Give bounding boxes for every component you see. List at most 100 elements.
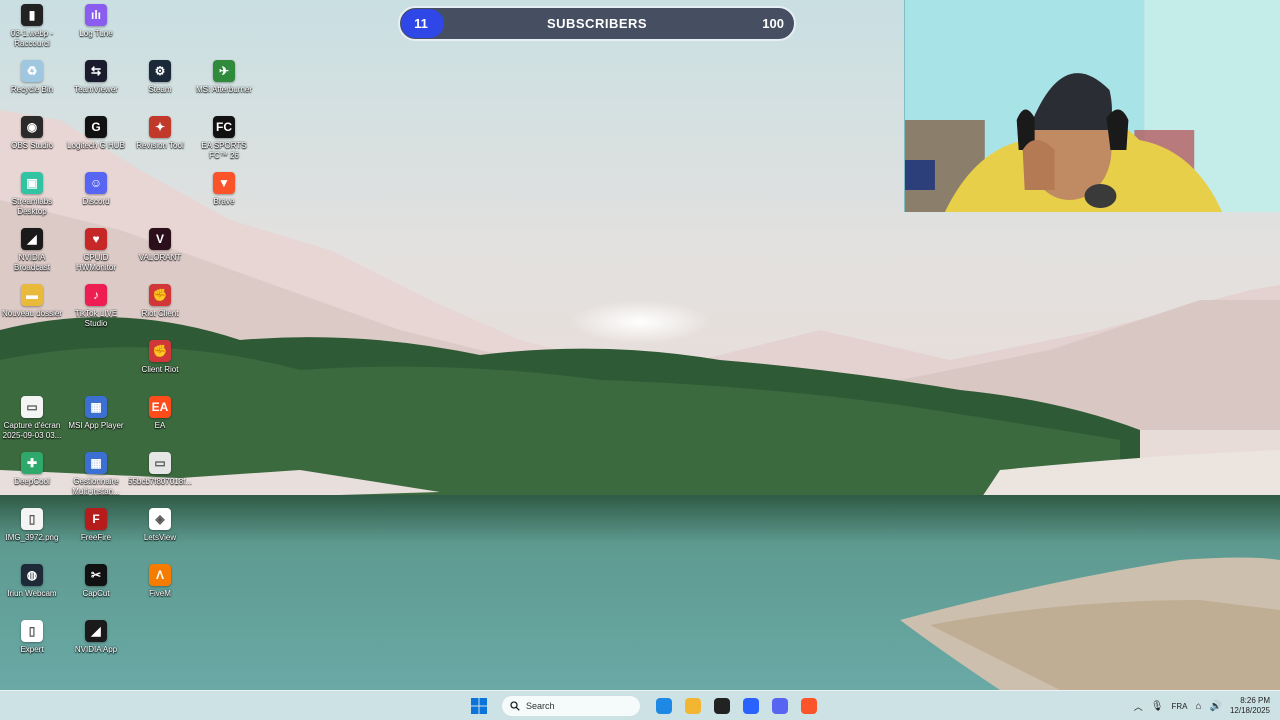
desktop-icon[interactable]: ✦ Revision Tool bbox=[128, 116, 192, 170]
desktop-icon[interactable]: ♥ CPUID HWMonitor bbox=[64, 228, 128, 282]
volume-icon[interactable]: 🔊 bbox=[1210, 701, 1222, 712]
desktop-icon-label: Log Tune bbox=[79, 29, 113, 38]
desktop-icon-label: NVIDIA Broadcast bbox=[13, 253, 51, 272]
start-button[interactable] bbox=[466, 694, 491, 718]
clock-time: 8:26 PM bbox=[1240, 696, 1270, 705]
valorant-icon: V bbox=[149, 228, 171, 250]
desktop-icon[interactable]: ⚙ Steam bbox=[128, 60, 192, 114]
tiktok-live-icon: ♪ bbox=[85, 284, 107, 306]
language-indicator[interactable]: FRA bbox=[1171, 702, 1187, 711]
desktop-icon-label: DeepCool bbox=[14, 477, 50, 486]
screenshot-file-icon: ▭ bbox=[21, 396, 43, 418]
afterburner-icon: ✈ bbox=[213, 60, 235, 82]
logitech-icon: G bbox=[85, 116, 107, 138]
capcut-icon: ✂ bbox=[85, 564, 107, 586]
steam-icon: ⚙ bbox=[149, 60, 171, 82]
clock[interactable]: 8:26 PM 12/18/2025 bbox=[1230, 696, 1270, 716]
search-placeholder: Search bbox=[526, 701, 555, 711]
desktop-icon[interactable]: ▯ IMG_3972.png bbox=[0, 508, 64, 562]
discord-icon bbox=[771, 698, 788, 714]
taskbar-app-button[interactable] bbox=[767, 694, 792, 718]
desktop-icon[interactable]: ◢ NVIDIA Broadcast bbox=[0, 228, 64, 282]
desktop-icon[interactable]: EA EA bbox=[128, 396, 192, 450]
image-file-icon: ▭ bbox=[149, 452, 171, 474]
system-tray: ︿ 🎙 FRA ⌂ 🔊 8:26 PM 12/18/2025 bbox=[1134, 694, 1270, 718]
desktop-icon[interactable]: ☺ Discord bbox=[64, 172, 128, 226]
desktop-icon-grid: ▮ 03-1.webp - Raccourci ılı Log Tune ♻ Recycl… bbox=[0, 0, 260, 690]
taskbar-app-button[interactable] bbox=[738, 694, 763, 718]
desktop-icon[interactable]: G Logitech G HUB bbox=[64, 116, 128, 170]
desktop-icon-label: MSI Afterburner bbox=[195, 85, 253, 94]
iriun-webcam-icon: ◍ bbox=[21, 564, 43, 586]
desktop-icon-label: EA SPORTS FC™ 26 bbox=[201, 141, 247, 160]
desktop-icon[interactable]: ⇆ TeamViewer bbox=[64, 60, 128, 114]
desktop-icon[interactable]: ▮ 03-1.webp - Raccourci bbox=[0, 4, 64, 58]
desktop-icon[interactable]: F FreeFire bbox=[64, 508, 128, 562]
desktop-icon[interactable]: ▣ Streamlabs Desktop bbox=[0, 172, 64, 226]
desktop-icon[interactable]: ✚ DeepCool bbox=[0, 452, 64, 506]
taskbar-search[interactable]: Search bbox=[501, 695, 641, 717]
desktop-icon[interactable]: FC EA SPORTS FC™ 26 bbox=[192, 116, 256, 170]
desktop-icon[interactable]: ✈ MSI Afterburner bbox=[192, 60, 256, 114]
desktop-icon-label: FreeFire bbox=[80, 533, 112, 542]
nvidia-app-icon: ◢ bbox=[85, 620, 107, 642]
desktop-icon[interactable]: ılı Log Tune bbox=[64, 4, 128, 58]
nvidia-broadcast-icon: ◢ bbox=[21, 228, 43, 250]
msi-app-player-icon: ▦ bbox=[85, 396, 107, 418]
taskbar-app-button[interactable] bbox=[796, 694, 821, 718]
clock-date: 12/18/2025 bbox=[1229, 706, 1270, 715]
desktop-icon-label: VALORANT bbox=[138, 253, 182, 262]
desktop-icon-label: Revision Tool bbox=[136, 141, 184, 150]
edge-icon bbox=[655, 698, 672, 714]
taskbar-app-button[interactable] bbox=[680, 694, 705, 718]
desktop-icon-label: IMG_3972.png bbox=[5, 533, 59, 542]
desktop-icon[interactable]: ▦ MSI App Player bbox=[64, 396, 128, 450]
desktop-icon[interactable]: ▬ Nouveau dossier bbox=[0, 284, 64, 338]
desktop-icon-label: Brave bbox=[213, 197, 235, 206]
multi-instance-icon: ▦ bbox=[85, 452, 107, 474]
desktop-icon-label: FiveM bbox=[149, 589, 171, 598]
microphone-icon[interactable]: 🎙 bbox=[1151, 701, 1164, 712]
desktop-icon[interactable]: V VALORANT bbox=[128, 228, 192, 282]
desktop-icon-label: EA bbox=[154, 421, 166, 430]
desktop-icon[interactable]: ✂ CapCut bbox=[64, 564, 128, 618]
desktop-icon[interactable]: ♪ TikTok LIVE Studio bbox=[64, 284, 128, 338]
desktop-icon[interactable]: ▦ Gestionnaire Multi-instan... bbox=[64, 452, 128, 506]
brave-icon: ▼ bbox=[213, 172, 235, 194]
desktop-icon-label: 03-1.webp - Raccourci bbox=[10, 29, 54, 48]
search-icon bbox=[510, 701, 520, 711]
taskbar-app-button[interactable] bbox=[709, 694, 734, 718]
desktop-icon[interactable]: ▼ Brave bbox=[192, 172, 256, 226]
desktop-icon[interactable]: Λ FiveM bbox=[128, 564, 192, 618]
desktop-icon[interactable]: ◢ NVIDIA App bbox=[64, 620, 128, 674]
desktop-icon[interactable]: ▭ 55bcb7f807018f... bbox=[128, 452, 192, 506]
subscriber-goal-bar: 11 SUBSCRIBERS 100 bbox=[398, 6, 796, 41]
desktop-icon[interactable]: ▭ Capture d'écran 2025-09-03 03... bbox=[0, 396, 64, 450]
subscriber-goal-label: SUBSCRIBERS bbox=[546, 16, 648, 31]
desktop-icon-label: Capture d'écran 2025-09-03 03... bbox=[2, 421, 62, 440]
letsview-icon: ◈ bbox=[149, 508, 171, 530]
desktop-icon-label: CapCut bbox=[82, 589, 110, 598]
desktop-icon[interactable]: ✊ Client Riot bbox=[128, 340, 192, 394]
file-explorer-icon bbox=[684, 698, 701, 714]
desktop-icon[interactable]: ✊ Riot Client bbox=[128, 284, 192, 338]
desktop-icon-label: OBS Studio bbox=[11, 141, 53, 150]
desktop-icon-label: Expert bbox=[20, 645, 44, 654]
webcam-overlay bbox=[904, 0, 1280, 212]
deepcool-icon: ✚ bbox=[21, 452, 43, 474]
desktop-icon-label: Nouveau dossier bbox=[1, 309, 63, 318]
desktop-icon[interactable]: ▯ Expert bbox=[0, 620, 64, 674]
desktop-icon-label: TeamViewer bbox=[74, 85, 118, 94]
desktop-icon[interactable]: ♻ Recycle Bin bbox=[0, 60, 64, 114]
freefire-icon: F bbox=[85, 508, 107, 530]
desktop-icon[interactable]: ◍ Iriun Webcam bbox=[0, 564, 64, 618]
chevron-up-icon[interactable]: ︿ bbox=[1134, 700, 1143, 713]
network-icon[interactable]: ⌂ bbox=[1195, 701, 1201, 712]
desktop-icon[interactable]: ◈ LetsView bbox=[128, 508, 192, 562]
ea-icon: EA bbox=[149, 396, 171, 418]
riot-client-icon: ✊ bbox=[149, 284, 171, 306]
desktop-icon-label: TikTok LIVE Studio bbox=[74, 309, 118, 328]
desktop-icon[interactable]: ◉ OBS Studio bbox=[0, 116, 64, 170]
subscriber-current-count: 11 bbox=[414, 16, 428, 31]
taskbar-app-button[interactable] bbox=[651, 694, 676, 718]
